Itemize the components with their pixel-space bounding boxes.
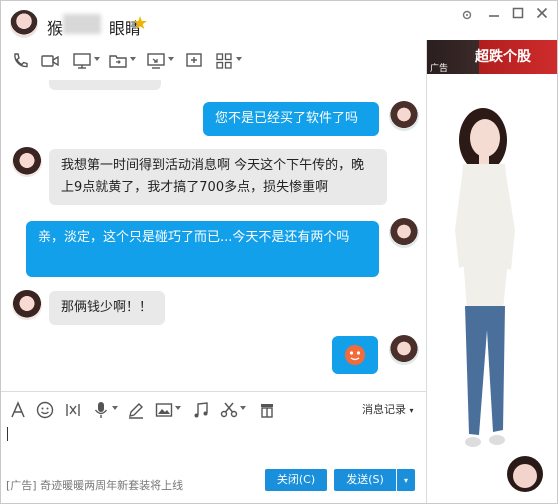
phone-icon[interactable] bbox=[9, 50, 31, 72]
message-text: 我想第一时间得到活动消息啊 今天这个下午传的，晚上9点就黄了，我才搞了700多点… bbox=[61, 158, 365, 195]
gear-icon[interactable] bbox=[461, 7, 473, 25]
emoji-face-icon bbox=[345, 345, 365, 365]
name-redaction bbox=[63, 14, 101, 34]
message-bubble-partial bbox=[49, 80, 161, 90]
message-bubble: 亲，淡定，这个只是碰巧了而已...今天不是还有两个吗 bbox=[26, 221, 379, 277]
message-input[interactable] bbox=[1, 419, 426, 463]
voice-icon[interactable] bbox=[90, 399, 112, 421]
ad-banner[interactable]: 广告 超跌个股 bbox=[427, 40, 557, 74]
image-icon[interactable] bbox=[153, 399, 175, 421]
message-bubble: 那俩钱少啊！！ bbox=[49, 291, 165, 325]
my-avatar[interactable] bbox=[389, 335, 419, 365]
chevron-down-icon[interactable] bbox=[175, 406, 181, 410]
contact-avatar[interactable] bbox=[10, 10, 38, 38]
my-avatar[interactable] bbox=[389, 101, 419, 131]
title-bar: 猴眼睛 ★ bbox=[1, 1, 557, 41]
apps-icon[interactable] bbox=[213, 50, 235, 72]
contact-show-figure bbox=[455, 108, 543, 492]
chevron-down-icon: ▾ bbox=[403, 476, 408, 485]
side-panel: 广告 超跌个股 bbox=[427, 40, 557, 503]
star-icon: ★ bbox=[132, 13, 149, 34]
chevron-down-icon[interactable] bbox=[130, 57, 136, 61]
close-button[interactable]: 关闭(C) bbox=[265, 469, 327, 491]
chevron-down-icon: ▾ bbox=[409, 406, 414, 415]
chevron-down-icon[interactable] bbox=[168, 57, 174, 61]
contact-message-avatar[interactable] bbox=[12, 290, 42, 320]
chevron-down-icon[interactable] bbox=[112, 406, 118, 410]
smiley-icon[interactable] bbox=[34, 399, 56, 421]
footer-ad-link[interactable]: [广告] 奇迹暖暖两周年新套装将上线 bbox=[6, 477, 183, 493]
maximize-icon[interactable] bbox=[512, 5, 524, 23]
font-icon[interactable] bbox=[7, 399, 29, 421]
contact-name-prefix: 猴 bbox=[47, 19, 64, 38]
send-button[interactable]: 发送(S) bbox=[334, 469, 396, 491]
chevron-down-icon[interactable] bbox=[94, 57, 100, 61]
file-transfer-icon[interactable] bbox=[107, 50, 129, 72]
send-options-button[interactable]: ▾ bbox=[397, 469, 415, 491]
screen-share-icon[interactable] bbox=[71, 50, 93, 72]
input-divider bbox=[1, 391, 426, 392]
scissors-icon[interactable] bbox=[218, 399, 240, 421]
message-bubble: 您不是已经买了软件了吗 bbox=[203, 102, 379, 136]
message-text: 您不是已经买了软件了吗 bbox=[215, 111, 359, 126]
screenshot-icon[interactable] bbox=[62, 399, 84, 421]
music-icon[interactable] bbox=[190, 399, 212, 421]
video-icon[interactable] bbox=[39, 50, 61, 72]
message-list[interactable]: 您不是已经买了软件了吗 我想第一时间得到活动消息啊 今天这个下午传的，晚上9点就… bbox=[1, 80, 426, 391]
contact-message-avatar[interactable] bbox=[12, 147, 42, 177]
ad-banner-text: 超跌个股 bbox=[475, 49, 531, 65]
message-history-label: 消息记录 bbox=[362, 403, 406, 416]
close-icon[interactable] bbox=[536, 5, 548, 23]
ad-label: 广告 bbox=[430, 64, 449, 74]
my-avatar[interactable] bbox=[389, 218, 419, 248]
pen-icon[interactable] bbox=[125, 399, 147, 421]
gift-icon[interactable] bbox=[256, 399, 278, 421]
chat-window: 猴眼睛 ★ 您不是已经买了软件了吗 我想第一时间得到活动消息啊 今天这个下午传的… bbox=[0, 0, 558, 504]
add-icon[interactable] bbox=[183, 50, 205, 72]
remote-desktop-icon[interactable] bbox=[145, 50, 167, 72]
message-text: 亲，淡定，这个只是碰巧了而已...今天不是还有两个吗 bbox=[38, 230, 350, 245]
message-text: 那俩钱少啊！！ bbox=[61, 300, 153, 315]
chevron-down-icon[interactable] bbox=[236, 57, 242, 61]
message-history-button[interactable]: 消息记录 ▾ bbox=[362, 401, 414, 417]
message-bubble bbox=[332, 336, 378, 374]
chevron-down-icon[interactable] bbox=[240, 406, 246, 410]
message-bubble: 我想第一时间得到活动消息啊 今天这个下午传的，晚上9点就黄了，我才搞了700多点… bbox=[49, 149, 387, 205]
minimize-icon[interactable] bbox=[488, 5, 500, 23]
